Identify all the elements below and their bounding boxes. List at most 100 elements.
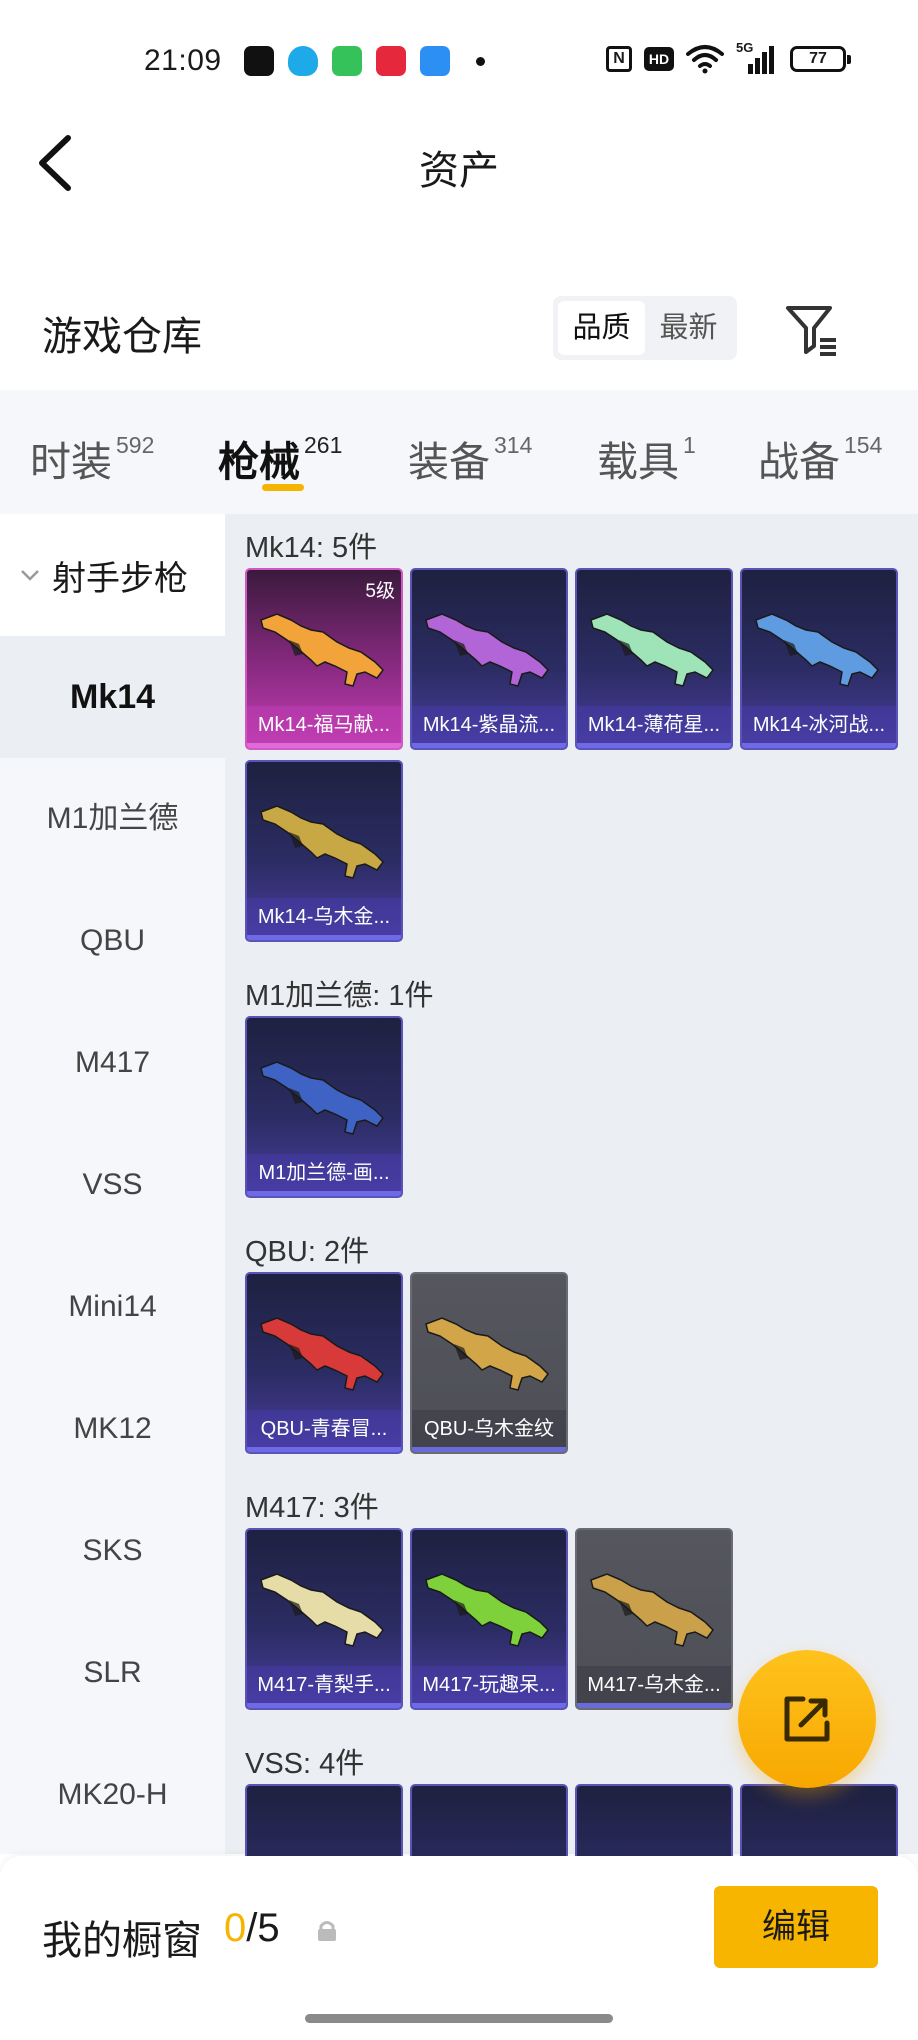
showcase-label: 我的橱窗 — [42, 1919, 202, 1963]
sidebar-group-marksman-rifles[interactable]: 射手步枪 — [0, 514, 225, 636]
sidebar-item-mini14[interactable]: Mini14 — [0, 1246, 225, 1368]
tiktok-icon — [244, 46, 274, 76]
tab-supplies[interactable]: 战备 154 — [758, 428, 882, 488]
rarity-bar — [247, 935, 401, 940]
showcase-count-current: 0 — [224, 1906, 247, 1950]
weapon-skin-card[interactable]: M417-乌木金... — [575, 1528, 733, 1710]
skin-name: M417-乌木金... — [577, 1666, 731, 1704]
warehouse-title: 游戏仓库 — [42, 315, 202, 359]
group-title: M417: 3件 — [245, 1492, 379, 1524]
share-fab-button[interactable] — [738, 1650, 876, 1788]
sidebar-item-slr[interactable]: SLR — [0, 1612, 225, 1734]
group-title: QBU: 2件 — [245, 1236, 370, 1268]
tab-label: 载具 — [597, 439, 679, 485]
skin-name: M417-青梨手... — [247, 1666, 401, 1704]
tab-count: 314 — [494, 432, 533, 458]
rifle-icon — [425, 1573, 549, 1647]
tab-count: 1 — [683, 432, 696, 458]
rarity-bar — [577, 743, 731, 748]
category-tabs: 时装 592 枪械 261 装备 314 载具 1 战备 154 — [0, 390, 918, 514]
rifle-icon — [425, 1317, 549, 1391]
tab-fashion[interactable]: 时装 592 — [30, 428, 154, 488]
tab-vehicles[interactable]: 载具 1 — [597, 428, 696, 488]
rarity-bar — [742, 743, 896, 748]
tab-label: 装备 — [408, 439, 490, 485]
weapon-skin-card[interactable]: QBU-乌木金纹 — [410, 1272, 568, 1454]
active-tab-indicator — [262, 484, 304, 491]
skin-name: Mk14-紫晶流... — [412, 706, 566, 744]
filter-button[interactable] — [782, 300, 842, 360]
tab-count: 154 — [844, 432, 883, 458]
rifle-icon — [260, 805, 384, 879]
rifle-icon — [590, 613, 714, 687]
weapon-skin-card[interactable]: Mk14-乌木金... — [245, 760, 403, 942]
rifle-icon — [425, 613, 549, 687]
music-icon — [376, 46, 406, 76]
weapon-skin-card[interactable]: Mk14-紫晶流... — [410, 568, 568, 750]
tab-label: 战备 — [758, 439, 840, 485]
rifle-icon — [260, 1061, 384, 1135]
rifle-icon — [260, 1317, 384, 1391]
wifi-icon — [686, 45, 724, 74]
sidebar-item-vss[interactable]: VSS — [0, 1124, 225, 1246]
tab-label: 时装 — [30, 439, 112, 485]
showcase-bar: 我的橱窗 0/5 编辑 — [0, 1856, 918, 2040]
weapon-sidebar: 射手步枪 Mk14 M1加兰德 QBU M417 VSS Mini14 MK12… — [0, 514, 225, 1854]
weapon-skin-card[interactable]: Mk14-冰河战... — [740, 568, 898, 750]
network-type: 5G — [736, 40, 754, 55]
signal-icon: 5G — [736, 40, 778, 74]
sidebar-item-m417[interactable]: M417 — [0, 1002, 225, 1124]
rarity-bar — [577, 1703, 731, 1708]
share-icon — [784, 1696, 830, 1742]
skin-name: M1加兰德-画... — [247, 1154, 401, 1192]
files-icon — [420, 46, 450, 76]
rifle-icon — [260, 613, 384, 687]
sidebar-item-mk12[interactable]: MK12 — [0, 1368, 225, 1490]
skin-name: Mk14-冰河战... — [742, 706, 896, 744]
group-title: M1加兰德: 1件 — [245, 980, 434, 1012]
rarity-bar — [247, 1447, 401, 1452]
battery-icon: 77 — [790, 46, 851, 72]
status-right-icons: N HD 5G 77 — [606, 40, 851, 74]
sidebar-item-mk20h[interactable]: MK20-H — [0, 1734, 225, 1856]
skin-name: QBU-青春冒... — [247, 1410, 401, 1448]
tab-count: 261 — [304, 432, 343, 458]
tab-weapons[interactable]: 枪械 261 — [218, 428, 342, 488]
sidebar-group-label: 射手步枪 — [52, 559, 188, 598]
rifle-icon — [755, 613, 879, 687]
rarity-bar — [247, 1191, 401, 1196]
rarity-bar — [412, 1447, 566, 1452]
group-title: Mk14: 5件 — [245, 532, 378, 564]
page-title: 资产 — [419, 149, 499, 193]
skin-name: Mk14-乌木金... — [247, 898, 401, 936]
sidebar-item-qbu[interactable]: QBU — [0, 880, 225, 1002]
group-title: VSS: 4件 — [245, 1748, 365, 1780]
skin-name: M417-玩趣呆... — [412, 1666, 566, 1704]
weapon-skin-card[interactable]: Mk14-薄荷星... — [575, 568, 733, 750]
rifle-icon — [260, 1573, 384, 1647]
tab-equipment[interactable]: 装备 314 — [408, 428, 532, 488]
weapon-skin-card[interactable]: QBU-青春冒... — [245, 1272, 403, 1454]
lock-icon — [318, 1921, 336, 1941]
weapon-skin-card[interactable]: M1加兰德-画... — [245, 1016, 403, 1198]
rarity-bar — [412, 1703, 566, 1708]
tab-count: 592 — [116, 432, 155, 458]
sort-quality-option[interactable]: 品质 — [558, 301, 645, 355]
edit-button[interactable]: 编辑 — [714, 1886, 878, 1968]
home-indicator — [305, 2014, 613, 2023]
weapon-skin-card[interactable]: M417-青梨手... — [245, 1528, 403, 1710]
sidebar-item-mk14[interactable]: Mk14 — [0, 636, 225, 758]
rarity-bar — [247, 743, 401, 748]
rarity-bar — [412, 743, 566, 748]
weapon-skin-card[interactable]: 5级 Mk14-福马献... — [245, 568, 403, 750]
weapon-skin-card[interactable]: M417-玩趣呆... — [410, 1528, 568, 1710]
sort-newest-option[interactable]: 最新 — [645, 301, 732, 355]
skin-name: Mk14-福马献... — [247, 706, 401, 744]
sidebar-item-m1-garand[interactable]: M1加兰德 — [0, 758, 225, 880]
showcase-count: 0/5 — [224, 1906, 280, 1951]
filter-icon — [786, 306, 836, 356]
rarity-bar — [247, 1703, 401, 1708]
skin-name: QBU-乌木金纹 — [412, 1410, 566, 1448]
sidebar-item-sks[interactable]: SKS — [0, 1490, 225, 1612]
status-bar: 21:09 N HD 5G 77 — [0, 0, 918, 110]
